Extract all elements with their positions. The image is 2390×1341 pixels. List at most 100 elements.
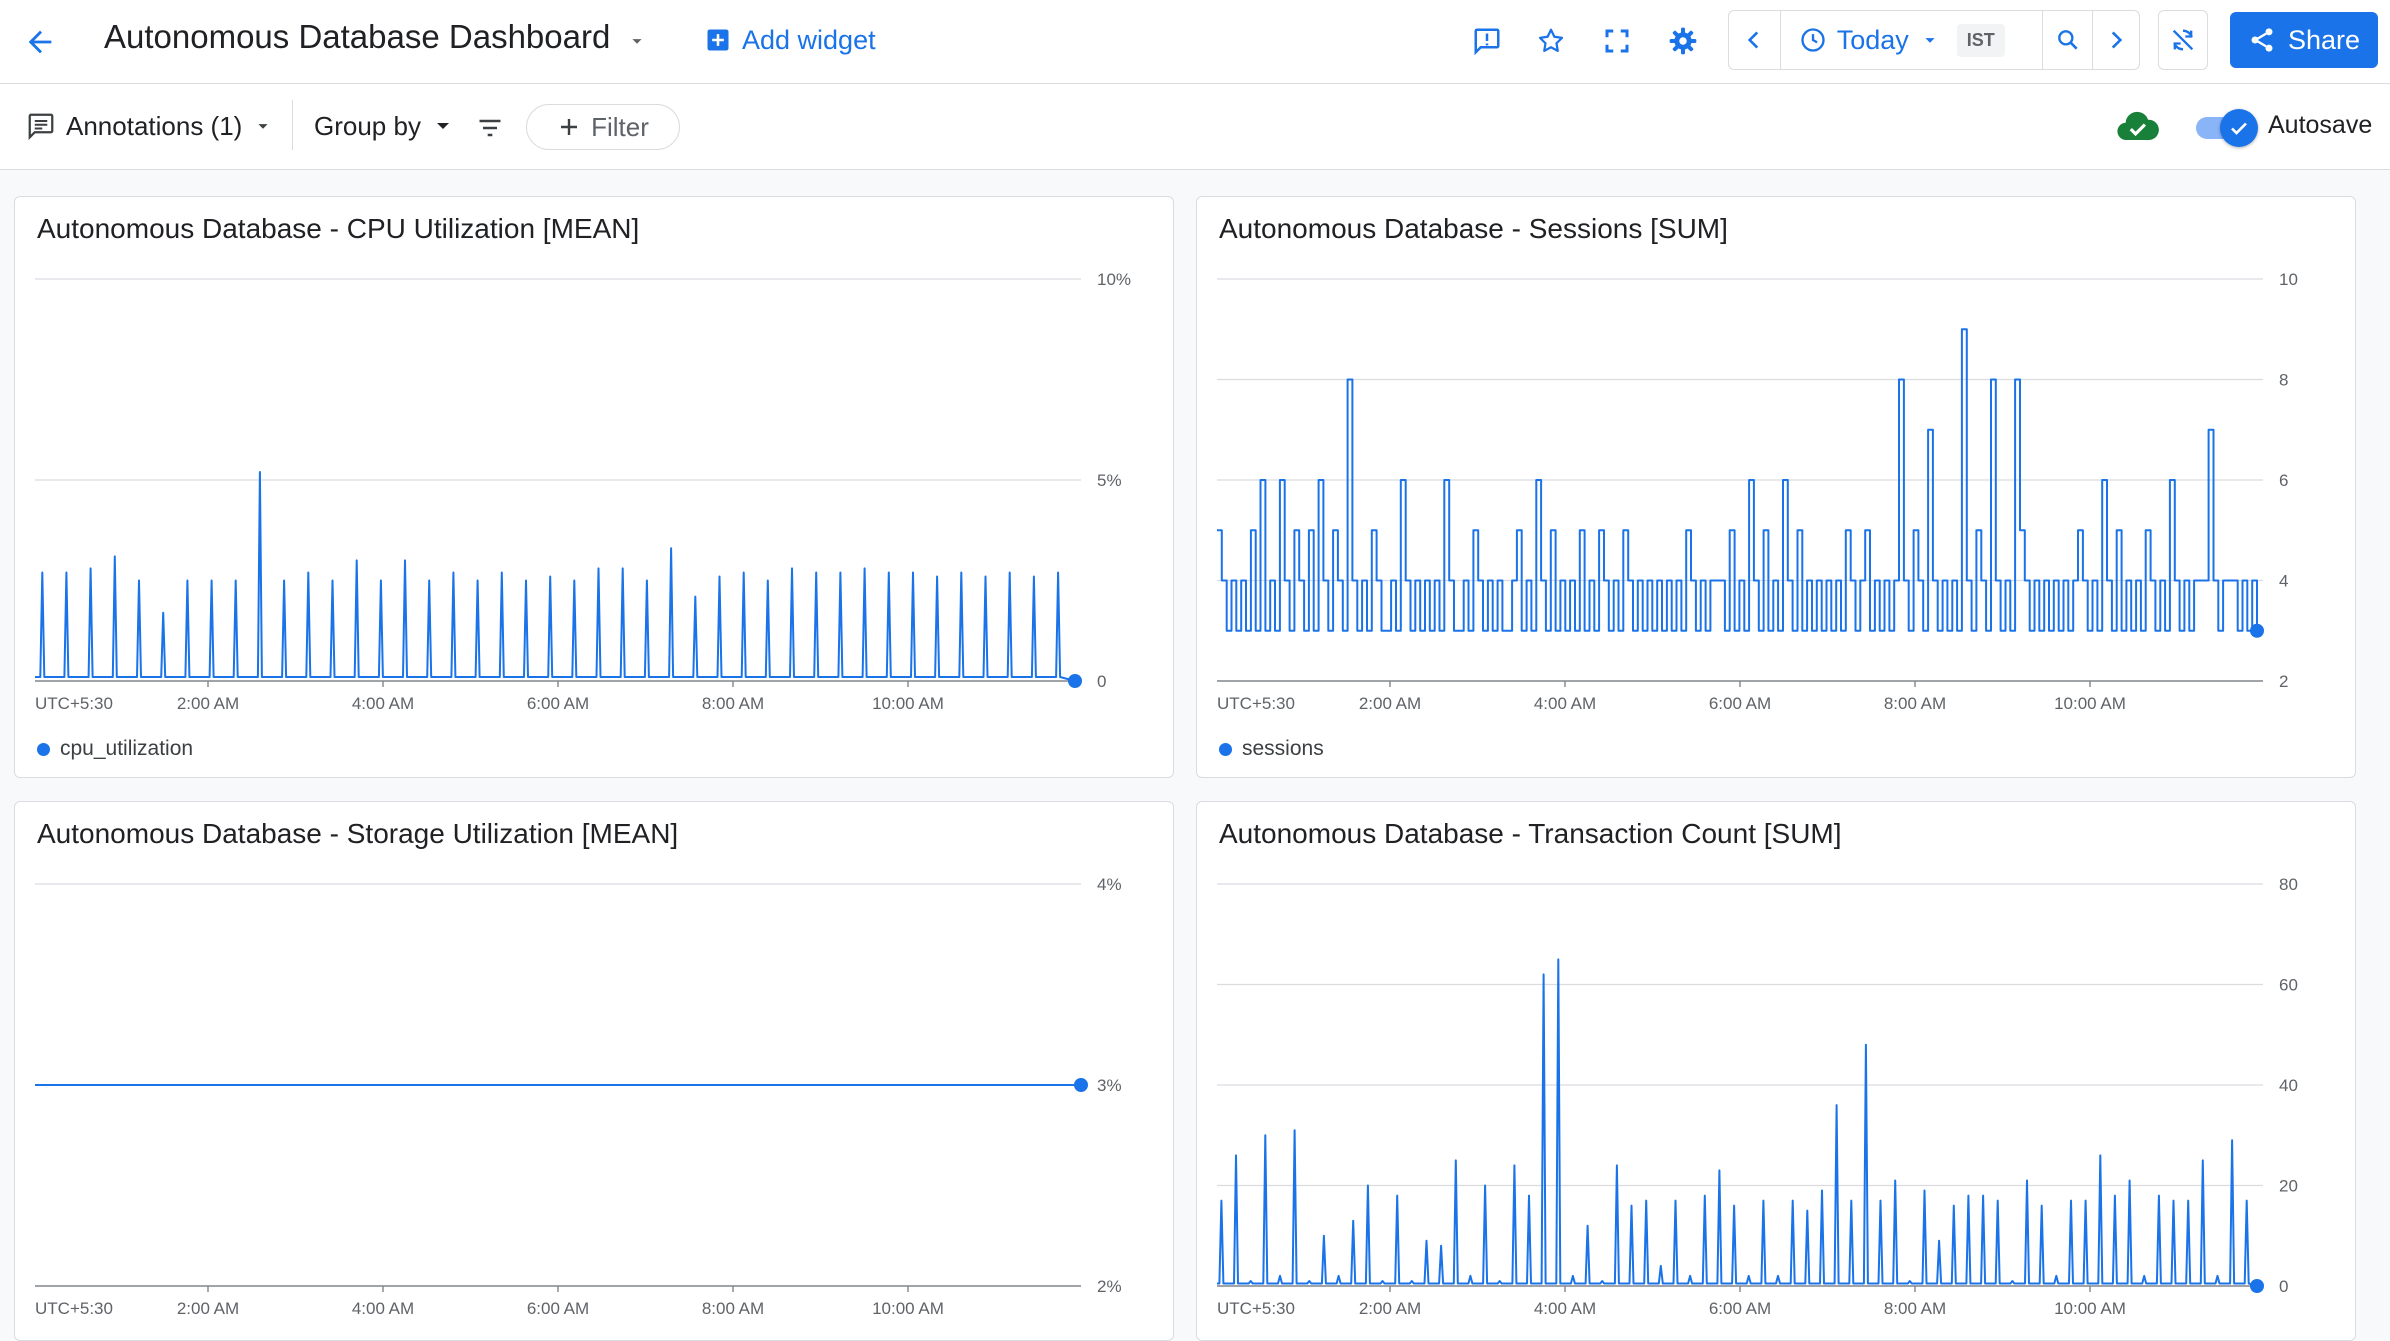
y-tick-label: 3% bbox=[1097, 1076, 1122, 1095]
storage-utilization-chart[interactable]: 4% 3% 2% UTC+5:30 2:00 AM 4:00 AM 6:00 AM 8:00 … bbox=[15, 802, 1174, 1341]
top-bar: Autonomous Database Dashboard Add widget… bbox=[0, 0, 2390, 84]
annotations-label: Annotations (1) bbox=[66, 110, 243, 141]
back-arrow-icon[interactable] bbox=[18, 20, 62, 64]
share-icon bbox=[2251, 28, 2273, 52]
time-range-selector[interactable]: Today IST bbox=[1781, 11, 2044, 69]
filter-label: Filter bbox=[591, 111, 649, 142]
group-by-dropdown[interactable]: Group by bbox=[314, 104, 455, 148]
y-tick-label: 20 bbox=[2279, 1177, 2298, 1196]
chevron-right-icon bbox=[2111, 31, 2123, 49]
x-tick-label: 2:00 AM bbox=[177, 694, 239, 713]
x-tick-label: UTC+5:30 bbox=[35, 1299, 113, 1318]
x-tick-label: 6:00 AM bbox=[1709, 694, 1771, 713]
add-widget-label: Add widget bbox=[742, 24, 876, 55]
x-tick-label: 8:00 AM bbox=[702, 1299, 764, 1318]
time-range-label: Today bbox=[1836, 24, 1909, 55]
series-line bbox=[35, 471, 1076, 682]
star-icon[interactable] bbox=[1530, 20, 1572, 62]
y-tick-label: 60 bbox=[2279, 976, 2298, 995]
x-tick-label: 6:00 AM bbox=[1709, 1299, 1771, 1318]
filter-list-icon[interactable] bbox=[472, 110, 508, 146]
y-tick-label: 4 bbox=[2279, 572, 2288, 591]
dropdown-arrow-icon bbox=[1925, 38, 1935, 43]
legend-label: cpu_utilization bbox=[60, 737, 194, 760]
feedback-icon[interactable] bbox=[1466, 20, 1508, 62]
fullscreen-icon[interactable] bbox=[1596, 20, 1638, 62]
clock-icon bbox=[1801, 28, 1825, 52]
storage-utilization-chart-card: Autonomous Database - Storage Utilizatio… bbox=[14, 801, 1174, 1341]
x-tick-label: 10:00 AM bbox=[872, 1299, 944, 1318]
time-next-button[interactable] bbox=[2093, 11, 2139, 69]
series-end-point bbox=[2250, 623, 2264, 638]
x-tick-label: UTC+5:30 bbox=[35, 694, 113, 713]
annotations-button[interactable]: Annotations (1) bbox=[26, 104, 274, 148]
add-box-icon bbox=[707, 29, 729, 51]
plus-icon bbox=[561, 119, 578, 135]
y-tick-label: 2 bbox=[2279, 672, 2288, 691]
chart-legend[interactable]: sessions bbox=[1219, 737, 1324, 761]
x-tick-label: UTC+5:30 bbox=[1217, 694, 1295, 713]
series-end-point bbox=[1074, 1078, 1088, 1092]
page-title: Autonomous Database Dashboard bbox=[104, 18, 611, 55]
dropdown-arrow-icon bbox=[258, 124, 268, 129]
annotation-comment-icon bbox=[28, 113, 54, 140]
x-tick-label: 4:00 AM bbox=[352, 694, 414, 713]
x-tick-label: 8:00 AM bbox=[1884, 1299, 1946, 1318]
series-line bbox=[1217, 958, 2258, 1287]
cpu-utilization-chart-card: Autonomous Database - CPU Utilization [M… bbox=[14, 196, 1174, 778]
legend-dot-icon bbox=[1219, 742, 1232, 756]
x-tick-label: UTC+5:30 bbox=[1217, 1299, 1295, 1318]
x-tick-label: 6:00 AM bbox=[527, 1299, 589, 1318]
x-tick-label: 10:00 AM bbox=[2054, 1299, 2126, 1318]
chart-legend[interactable]: cpu_utilization bbox=[37, 737, 193, 761]
cpu-utilization-chart[interactable]: 10% 5% 0 UTC+5:30 2:00 AM 4:00 AM 6:00 AM 8:00 … bbox=[15, 197, 1174, 778]
toolbar-divider bbox=[292, 100, 293, 150]
time-range-group: Today IST bbox=[1728, 10, 2140, 70]
y-tick-label: 80 bbox=[2279, 875, 2298, 894]
sync-disabled-icon bbox=[2172, 29, 2194, 51]
share-label: Share bbox=[2287, 24, 2361, 55]
series-end-point bbox=[2250, 1279, 2264, 1293]
add-widget-button[interactable]: Add widget bbox=[704, 20, 876, 60]
time-prev-button[interactable] bbox=[1729, 11, 1781, 69]
transaction-count-chart[interactable]: 80 60 40 20 0 UTC+5:30 2:00 AM 4:00 AM 6:00 AM 8:… bbox=[1197, 802, 2356, 1341]
autosave-label: Autosave bbox=[2268, 111, 2373, 139]
zoom-search-icon bbox=[2058, 30, 2078, 50]
zoom-button[interactable] bbox=[2043, 11, 2094, 69]
dropdown-arrow-icon bbox=[436, 123, 449, 129]
x-tick-label: 2:00 AM bbox=[177, 1299, 239, 1318]
x-tick-label: 10:00 AM bbox=[2054, 694, 2126, 713]
y-tick-label: 2% bbox=[1097, 1277, 1122, 1296]
series-end-point bbox=[1068, 674, 1082, 688]
y-tick-label: 10% bbox=[1097, 270, 1131, 289]
x-tick-label: 10:00 AM bbox=[872, 694, 944, 713]
group-by-label: Group by bbox=[314, 110, 421, 141]
y-tick-label: 8 bbox=[2279, 371, 2288, 390]
share-button[interactable]: Share bbox=[2230, 12, 2378, 68]
auto-refresh-off-button[interactable] bbox=[2158, 10, 2208, 70]
autosave-toggle[interactable] bbox=[2194, 107, 2260, 147]
x-tick-label: 4:00 AM bbox=[1534, 694, 1596, 713]
x-tick-label: 4:00 AM bbox=[1534, 1299, 1596, 1318]
timezone-badge: IST bbox=[1956, 23, 2005, 57]
cloud-saved-icon bbox=[2112, 106, 2164, 148]
settings-gear-icon[interactable] bbox=[1662, 20, 1704, 62]
title-dropdown-icon[interactable] bbox=[622, 26, 652, 56]
x-tick-label: 6:00 AM bbox=[527, 694, 589, 713]
y-tick-label: 0 bbox=[2279, 1277, 2288, 1296]
y-tick-label: 10 bbox=[2279, 270, 2298, 289]
legend-label: sessions bbox=[1242, 737, 1324, 760]
chevron-left-icon bbox=[1748, 31, 1759, 49]
x-tick-label: 2:00 AM bbox=[1359, 1299, 1421, 1318]
add-filter-button[interactable]: Filter bbox=[526, 104, 680, 150]
x-tick-label: 8:00 AM bbox=[702, 694, 764, 713]
sessions-chart-card: Autonomous Database - Sessions [SUM] 10 8… bbox=[1196, 196, 2356, 778]
x-tick-label: 4:00 AM bbox=[352, 1299, 414, 1318]
legend-dot-icon bbox=[37, 742, 50, 756]
x-tick-label: 8:00 AM bbox=[1884, 694, 1946, 713]
sessions-chart[interactable]: 10 8 6 4 2 UTC+5:30 2:00 AM 4:00 AM 6:00 AM 8:00 … bbox=[1197, 197, 2356, 778]
y-tick-label: 6 bbox=[2279, 471, 2288, 490]
transaction-count-chart-card: Autonomous Database - Transaction Count … bbox=[1196, 801, 2356, 1341]
x-tick-label: 2:00 AM bbox=[1359, 694, 1421, 713]
check-icon bbox=[2231, 122, 2247, 135]
